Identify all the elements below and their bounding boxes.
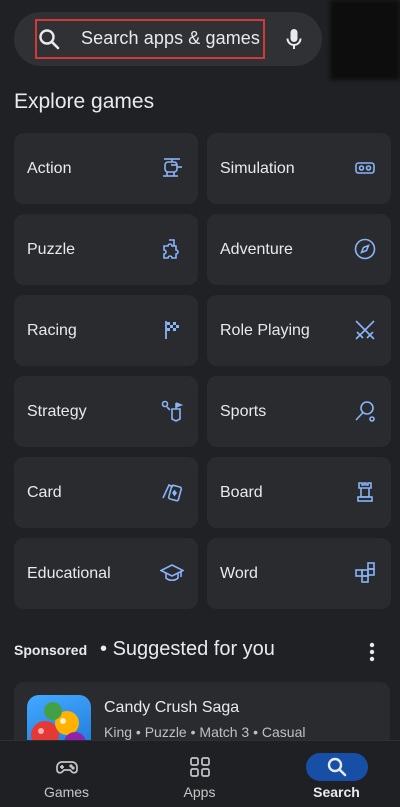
category-tile-strategy[interactable]: Strategy — [14, 376, 198, 447]
category-tile-card[interactable]: Card — [14, 457, 198, 528]
category-label: Board — [220, 484, 263, 501]
app-name: Candy Crush Saga — [104, 699, 240, 716]
gamepad-icon — [55, 761, 78, 774]
helicopter-icon — [163, 158, 182, 177]
nav-tab-games[interactable]: Games — [0, 741, 133, 807]
category-label: Racing — [27, 322, 77, 339]
nav-icon-container — [169, 753, 231, 781]
category-tile-simulation[interactable]: Simulation — [207, 133, 391, 204]
category-label: Action — [27, 160, 72, 177]
chess-rook-icon — [357, 482, 373, 502]
category-tile-sports[interactable]: Sports — [207, 376, 391, 447]
nav-label: Search — [313, 784, 360, 800]
search-icon — [327, 757, 346, 777]
category-label: Card — [27, 484, 62, 501]
category-label: Puzzle — [27, 241, 76, 258]
suggested-header: Sponsored • Suggested for you — [14, 638, 390, 668]
section-title: • Suggested for you — [100, 638, 275, 661]
nav-label: Apps — [183, 784, 216, 800]
category-tile-puzzle[interactable]: Puzzle — [14, 214, 198, 285]
category-tile-educational[interactable]: Educational — [14, 538, 198, 609]
checkered-flag-icon — [165, 321, 179, 339]
nav-icon-container — [36, 753, 98, 781]
suggested-title: Suggested for you — [112, 638, 275, 660]
category-tile-racing[interactable]: Racing — [14, 295, 198, 366]
category-label: Strategy — [27, 403, 87, 420]
category-label: Adventure — [220, 241, 293, 258]
category-tile-board[interactable]: Board — [207, 457, 391, 528]
category-label: Word — [220, 565, 258, 582]
category-grid: Action Simulation Puzzle Adventure Racin… — [14, 133, 391, 609]
puzzle-piece-icon — [163, 239, 179, 259]
microphone-icon[interactable] — [282, 27, 306, 51]
cards-icon — [162, 483, 183, 502]
search-input[interactable]: Search apps & games — [81, 28, 260, 49]
category-label: Role Playing — [220, 322, 310, 339]
category-tile-word[interactable]: Word — [207, 538, 391, 609]
crossword-icon — [355, 562, 375, 583]
category-label: Sports — [220, 403, 267, 420]
graduation-cap-icon — [160, 564, 184, 582]
search-bar[interactable]: Search apps & games — [14, 12, 322, 66]
nav-tab-search[interactable]: Search — [270, 741, 400, 807]
apps-grid-icon — [189, 757, 210, 777]
nav-tab-apps[interactable]: Apps — [133, 741, 266, 807]
nav-icon-container-active — [305, 753, 368, 781]
vr-headset-icon — [355, 162, 375, 174]
app-meta: King • Puzzle • Match 3 • Casual — [104, 724, 306, 740]
category-label: Educational — [27, 565, 111, 582]
sponsored-label: Sponsored — [14, 642, 88, 658]
bottom-navigation: Games Apps Search — [0, 740, 400, 807]
section-title: Explore games — [14, 90, 155, 113]
racket-icon — [355, 401, 375, 422]
strategy-icon — [161, 400, 184, 422]
category-tile-action[interactable]: Action — [14, 133, 198, 204]
category-tile-role-playing[interactable]: Role Playing — [207, 295, 391, 366]
separator-dot: • — [100, 638, 108, 660]
more-vert-icon[interactable] — [362, 640, 382, 664]
compass-icon — [354, 238, 376, 260]
nav-label: Games — [43, 784, 90, 800]
redaction-block — [330, 0, 400, 80]
category-tile-adventure[interactable]: Adventure — [207, 214, 391, 285]
category-label: Simulation — [220, 160, 295, 177]
crossed-swords-icon — [355, 320, 375, 340]
